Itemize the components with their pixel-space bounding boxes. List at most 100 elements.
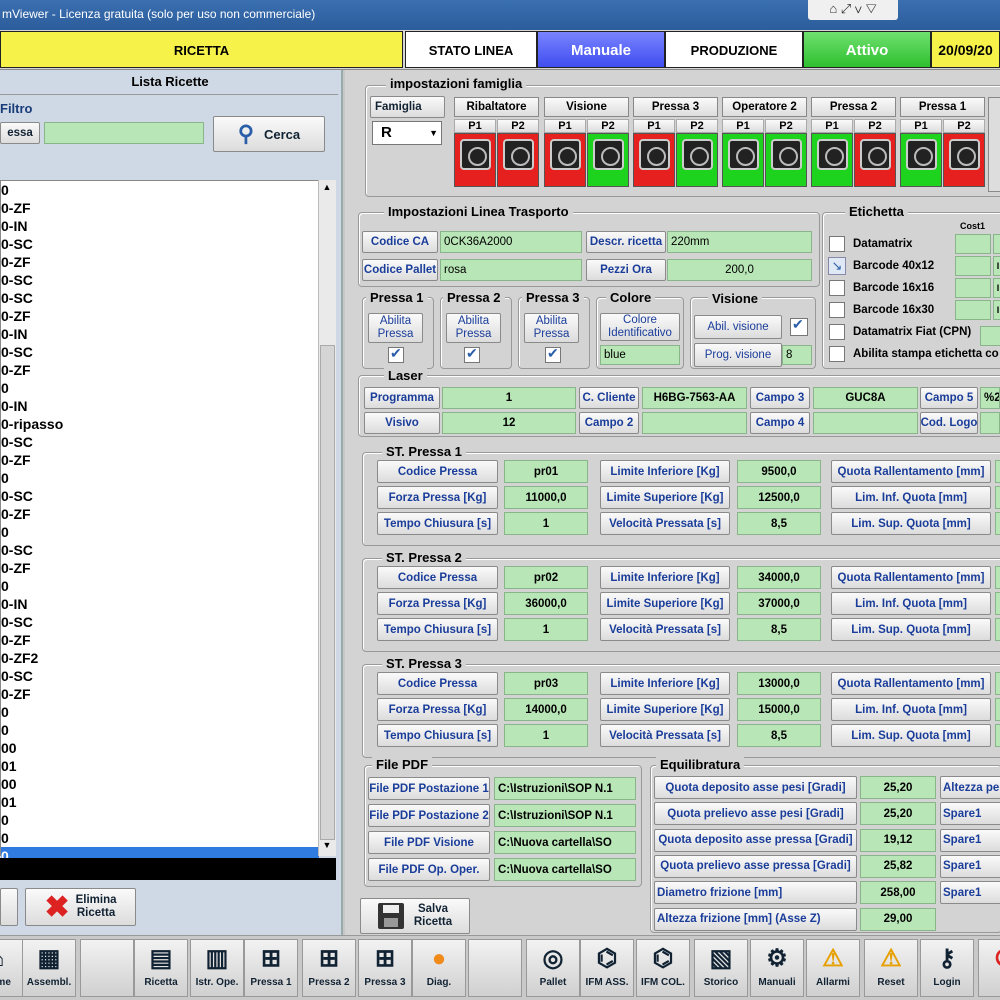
st-field-vel[interactable]: 8,5 <box>737 724 821 747</box>
recipe-list-item[interactable]: 0-SC <box>1 271 33 289</box>
campo4-field[interactable] <box>813 412 918 434</box>
st-field-lim_inf[interactable]: 9500,0 <box>737 460 821 483</box>
st-field-codice[interactable]: pr02 <box>504 566 588 589</box>
toolbar-button[interactable]: ⊞ Pressa 1 <box>244 939 298 997</box>
equil-field[interactable]: 25,20 <box>860 776 936 799</box>
toolbar-button[interactable]: ⚷ Login <box>920 939 974 997</box>
etichetta-checkbox[interactable] <box>829 346 845 362</box>
st-field-forza[interactable]: 36000,0 <box>504 592 588 615</box>
equil-field[interactable]: 25,20 <box>860 802 936 826</box>
equil-field[interactable]: 258,00 <box>860 881 936 905</box>
search-button[interactable]: ⚲ Cerca <box>213 116 325 152</box>
etichetta-value-field[interactable] <box>993 234 1000 254</box>
toolbar-button[interactable]: ⌂ Home <box>0 939 24 997</box>
etichetta-value-field[interactable]: I <box>993 278 1000 298</box>
st-field-quota_i[interactable] <box>995 486 1000 509</box>
toolbar-button[interactable]: ▤ Ricetta <box>134 939 188 997</box>
abilita-pressa2-checkbox[interactable] <box>464 345 480 363</box>
st-field-quota_i[interactable] <box>995 592 1000 615</box>
recipe-list-item[interactable]: 0-ZF <box>1 361 31 379</box>
prog-visione-button[interactable]: Prog. visione <box>694 343 782 367</box>
scroll-down-icon[interactable]: ▼ <box>321 840 333 852</box>
toolbar-button[interactable]: ⊞ Pressa 3 <box>358 939 412 997</box>
recipe-list-item[interactable]: 0 <box>1 379 9 397</box>
recipe-list-item[interactable]: 0-ZF <box>1 505 31 523</box>
st-field-forza[interactable]: 11000,0 <box>504 486 588 509</box>
toolbar-button[interactable]: ⊞ Pressa 2 <box>302 939 356 997</box>
st-field-quota_r[interactable] <box>995 566 1000 589</box>
recipe-list-item[interactable]: 01 <box>1 793 17 811</box>
recipe-list-item[interactable]: 0-SC <box>1 667 33 685</box>
recipe-list-item[interactable]: 0 <box>1 469 9 487</box>
st-field-lim_sup[interactable]: 37000,0 <box>737 592 821 615</box>
recipe-list-item[interactable]: 00 <box>1 775 17 793</box>
pressa-filter-button[interactable]: essa <box>0 122 40 144</box>
station-p2-sensor[interactable] <box>676 133 718 187</box>
recipe-list-item[interactable]: 0-IN <box>1 595 27 613</box>
scroll-thumb[interactable] <box>320 345 335 840</box>
toolbar-button[interactable]: ▧ Storico <box>694 939 748 997</box>
station-p1-sensor[interactable] <box>633 133 675 187</box>
recipe-list-item[interactable]: 0-SC <box>1 613 33 631</box>
recipe-list-item[interactable]: 0-SC <box>1 235 33 253</box>
abilita-pressa1-button[interactable]: Abilita Pressa <box>368 313 423 343</box>
equil-field[interactable]: 25,82 <box>860 854 936 878</box>
toolbar-button[interactable]: ⚙ Manuali <box>750 939 804 997</box>
recipe-list-item[interactable]: 0-IN <box>1 217 27 235</box>
toolbar-button[interactable]: ⏻E <box>978 939 1000 997</box>
list-action-button[interactable] <box>0 888 18 926</box>
st-field-quota_r[interactable] <box>995 672 1000 695</box>
st-field-vel[interactable]: 8,5 <box>737 512 821 535</box>
recipe-list[interactable]: 0 0-ZF 0-IN 0-SC 0-ZF 0-SC 0-SC 0-ZF 0-IN 0-SC 0-Z… <box>0 180 336 865</box>
codice-pallet-field[interactable]: rosa <box>440 259 582 281</box>
recipe-list-item[interactable]: 0-ZF <box>1 631 31 649</box>
station-p2-sensor[interactable] <box>497 133 539 187</box>
st-field-tempo[interactable]: 1 <box>504 724 588 747</box>
etichetta-cost-field[interactable] <box>955 256 991 276</box>
etichetta-value-field[interactable]: I <box>993 300 1000 320</box>
abilita-pressa2-button[interactable]: Abilita Pressa <box>446 313 501 343</box>
recipe-list-item[interactable]: 0-IN <box>1 325 27 343</box>
pezzi-ora-field[interactable]: 200,0 <box>667 259 812 281</box>
st-field-lim_sup[interactable]: 15000,0 <box>737 698 821 721</box>
pdf-file-button[interactable]: File PDF Visione <box>368 831 490 854</box>
recipe-list-scrollbar[interactable]: ▲ ▼ <box>318 180 336 856</box>
pdf-file-button[interactable]: File PDF Postazione 2 <box>368 804 490 827</box>
station-p1-sensor[interactable] <box>544 133 586 187</box>
filter-input[interactable] <box>44 122 204 144</box>
recipe-list-item[interactable]: 0 <box>1 181 9 199</box>
recipe-list-item[interactable]: 0-ZF <box>1 253 31 271</box>
recipe-list-item[interactable]: 0 <box>1 829 9 847</box>
toolbar-button[interactable]: ▥ Istr. Ope. <box>190 939 244 997</box>
station-p1-sensor[interactable] <box>722 133 764 187</box>
recipe-list-item[interactable]: 0-SC <box>1 487 33 505</box>
abilita-pressa3-button[interactable]: Abilita Pressa <box>524 313 579 343</box>
station-p1-sensor[interactable] <box>900 133 942 187</box>
equil-field[interactable]: 29,00 <box>860 907 936 931</box>
mode-manuale[interactable]: Manuale <box>537 31 665 68</box>
prog-visione-field[interactable]: 8 <box>782 345 812 365</box>
etichetta-value-field[interactable]: I <box>993 256 1000 276</box>
st-field-vel[interactable]: 8,5 <box>737 618 821 641</box>
save-recipe-button[interactable]: Salva Ricetta <box>360 898 470 934</box>
recipe-list-item[interactable]: 0-SC <box>1 433 33 451</box>
st-field-lim_inf[interactable]: 13000,0 <box>737 672 821 695</box>
toolbar-button[interactable] <box>80 939 134 997</box>
station-p2-sensor[interactable] <box>765 133 807 187</box>
recipe-list-item[interactable]: 0-ZF <box>1 307 31 325</box>
etichetta-checkbox[interactable] <box>829 236 845 252</box>
st-field-tempo[interactable]: 1 <box>504 512 588 535</box>
recipe-list-item[interactable]: 0-ZF <box>1 559 31 577</box>
c-cliente-field[interactable]: H6BG-7563-AA <box>642 387 747 409</box>
etichetta-cost-field[interactable] <box>955 278 991 298</box>
toolbar-button[interactable]: ▦ Assembl. <box>22 939 76 997</box>
viewer-controls[interactable]: ⌂ ⤢ ∨ ▽ <box>808 0 898 20</box>
recipe-list-item[interactable]: 0-ZF <box>1 685 31 703</box>
recipe-list-item[interactable]: 0-IN <box>1 397 27 415</box>
etichetta-checkbox[interactable] <box>829 280 845 296</box>
scroll-up-icon[interactable]: ▲ <box>321 182 333 194</box>
campo5-field[interactable]: %2 <box>980 387 1000 409</box>
st-field-tempo[interactable]: 1 <box>504 618 588 641</box>
station-p2-sensor[interactable] <box>943 133 985 187</box>
tab-ricetta[interactable]: RICETTA <box>0 31 403 68</box>
